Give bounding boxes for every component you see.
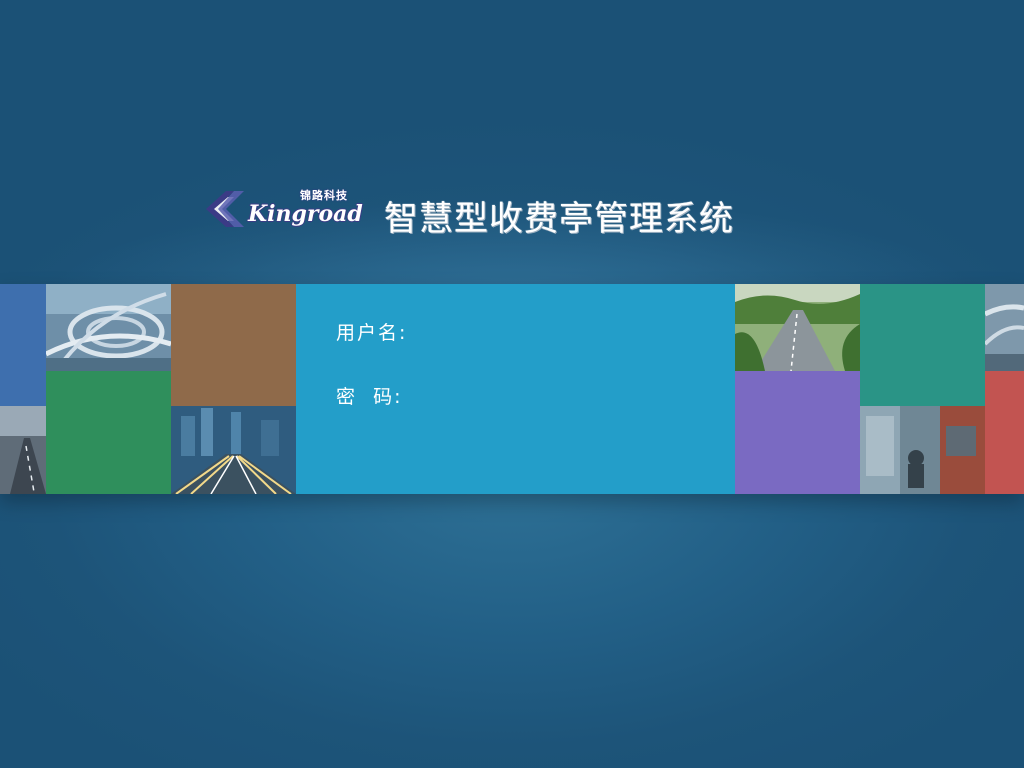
tile-overpass-photo [985, 284, 1024, 371]
company-logo: 锦路科技 Kingroad [204, 187, 363, 237]
tile-purple [735, 371, 860, 494]
mountain-expressway-image [735, 284, 860, 371]
password-input[interactable] [420, 380, 664, 408]
tile-mountain-expressway-photo [735, 284, 860, 371]
password-label: 密 码: [336, 386, 403, 408]
username-label: 用户名: [336, 322, 408, 344]
tile-brown [171, 284, 296, 406]
tile-green [46, 371, 171, 494]
tile-road-fog-photo [0, 406, 46, 494]
tile-blue [0, 284, 46, 406]
foggy-road-image [0, 406, 46, 494]
kingroad-logo-icon [206, 191, 244, 227]
tile-teal [860, 284, 985, 406]
header: 锦路科技 Kingroad 智慧型收费亭管理系统 [200, 183, 810, 243]
logo-english-text: Kingroad [248, 201, 363, 227]
username-input[interactable] [420, 316, 664, 344]
tile-highway-interchange-photo [46, 284, 171, 371]
toll-booth-image [860, 406, 985, 494]
tile-city-traffic-night-photo [171, 406, 296, 494]
background-glow [0, 0, 1024, 290]
system-title: 智慧型收费亭管理系统 [384, 199, 734, 239]
overpass-image [985, 284, 1024, 371]
tile-toll-booth-photo [860, 406, 985, 494]
login-panel: 用户名: 密 码: [296, 284, 735, 494]
highway-interchange-image [46, 284, 171, 371]
city-night-traffic-image [171, 406, 296, 494]
login-band: 用户名: 密 码: [0, 284, 1024, 494]
tile-red [985, 371, 1024, 494]
